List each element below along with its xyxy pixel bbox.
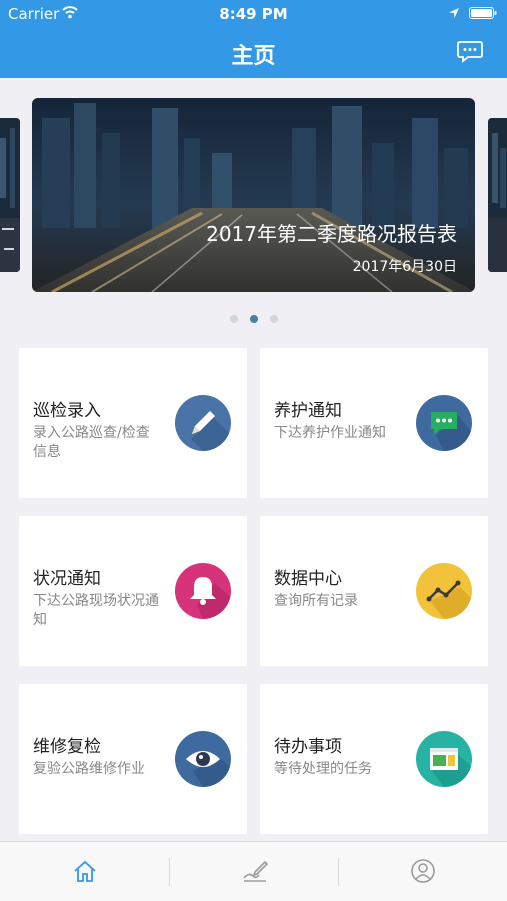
location-arrow-icon — [449, 8, 459, 18]
banner-slide[interactable]: 2017年第二季度路况报告表 2017年6月30日 — [32, 98, 475, 292]
line-chart-icon — [416, 563, 472, 619]
page-dot[interactable] — [230, 315, 238, 323]
card-description: 下达养护作业通知 — [274, 425, 386, 441]
page-title: 主页 — [231, 44, 276, 69]
bell-icon — [175, 563, 231, 619]
card-title: 养护通知 — [274, 401, 342, 421]
page-dot-active[interactable] — [250, 315, 258, 323]
todo-items-card[interactable]: 待办事项 等待处理的任务 — [260, 684, 488, 834]
window-icon — [416, 731, 472, 787]
page-dot[interactable] — [270, 315, 278, 323]
card-description: 等待处理的任务 — [274, 761, 372, 777]
tab-home[interactable] — [0, 842, 169, 901]
message-icon[interactable] — [456, 40, 484, 64]
card-title: 维修复检 — [33, 737, 101, 757]
card-description: 下达公路现场状况通知 — [33, 593, 159, 628]
data-center-card[interactable]: 数据中心 查询所有记录 — [260, 516, 488, 666]
repair-recheck-card[interactable]: 维修复检 复验公路维修作业 — [19, 684, 247, 834]
card-description: 录入公路巡查/检查信息 — [33, 425, 150, 460]
chat-bubble-icon — [416, 395, 472, 451]
tab-bar — [0, 841, 507, 901]
card-title: 状况通知 — [33, 569, 101, 589]
navigation-bar: 主页 — [0, 28, 507, 78]
edit-sign-icon — [243, 860, 269, 882]
inspection-entry-card[interactable]: 巡检录入 录入公路巡查/检查信息 — [19, 348, 247, 498]
card-description: 复验公路维修作业 — [33, 761, 145, 777]
carousel-prev-slide[interactable] — [0, 118, 20, 272]
home-icon — [74, 860, 96, 882]
tab-edit[interactable] — [169, 842, 338, 901]
maintenance-notice-card[interactable]: 养护通知 下达养护作业通知 — [260, 348, 488, 498]
status-bar: Carrier 8:49 PM — [0, 0, 507, 28]
carousel-next-slide[interactable] — [488, 118, 507, 272]
carousel-page-indicator[interactable] — [0, 315, 507, 325]
pencil-icon — [175, 395, 231, 451]
card-title: 数据中心 — [274, 569, 342, 589]
banner-date: 2017年6月30日 — [352, 259, 457, 275]
tab-profile[interactable] — [338, 842, 507, 901]
banner-title: 2017年第二季度路况报告表 — [206, 222, 457, 246]
battery-icon — [469, 7, 497, 19]
card-description: 查询所有记录 — [274, 593, 358, 609]
condition-notice-card[interactable]: 状况通知 下达公路现场状况通知 — [19, 516, 247, 666]
clock: 8:49 PM — [219, 5, 288, 23]
card-title: 巡检录入 — [33, 401, 101, 421]
user-icon — [411, 859, 435, 883]
eye-icon — [175, 731, 231, 787]
card-title: 待办事项 — [274, 737, 342, 757]
